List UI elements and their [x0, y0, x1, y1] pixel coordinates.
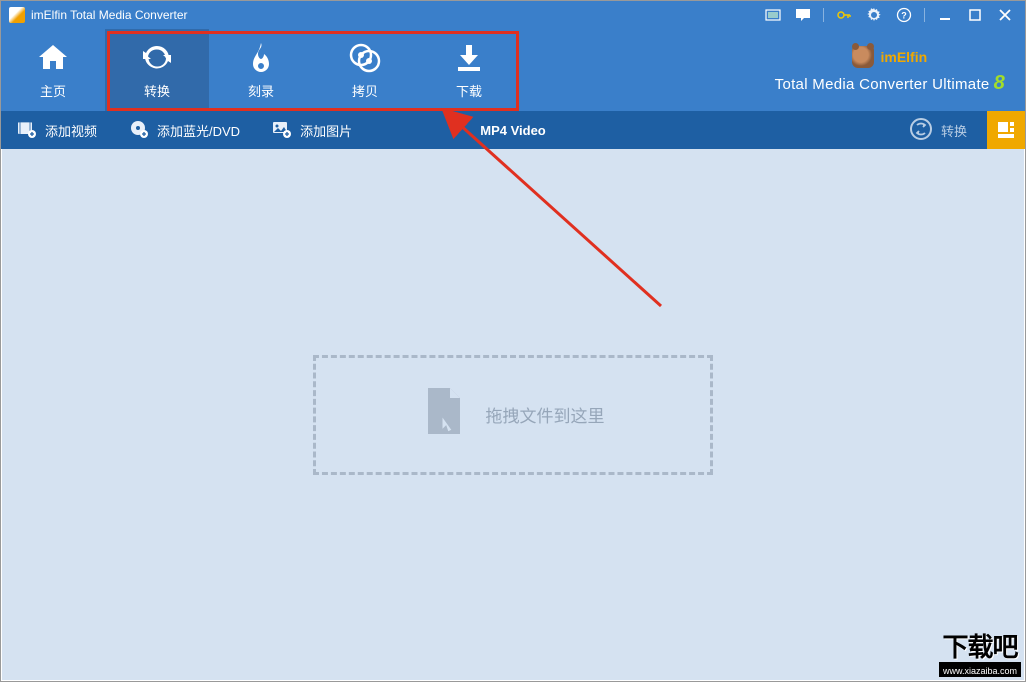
file-cursor-icon — [422, 386, 466, 443]
copy-icon — [348, 41, 382, 75]
key-icon[interactable] — [834, 5, 854, 25]
layout-icon — [997, 121, 1015, 139]
add-image-label: 添加图片 — [300, 121, 352, 140]
app-title: imElfin Total Media Converter — [31, 8, 188, 22]
convert-icon — [140, 41, 174, 75]
watermark-text: 下载吧 — [942, 627, 1017, 664]
brand-logo: imElfin — [852, 46, 927, 68]
watermark-url: www.xiazaiba.com — [939, 665, 1021, 677]
convert-button-label: 转换 — [941, 121, 967, 140]
message-icon[interactable] — [793, 5, 813, 25]
brand-name: imElfin — [880, 49, 927, 65]
window-controls: ? — [763, 5, 1021, 25]
nav-convert[interactable]: 转换 — [105, 29, 209, 111]
burn-icon — [244, 41, 278, 75]
dropzone[interactable]: 拖拽文件到这里 — [313, 355, 713, 475]
content-area: 拖拽文件到这里 — [2, 149, 1024, 680]
add-bluray-button[interactable]: 添加蓝光/DVD — [113, 111, 256, 149]
nav-download-label: 下载 — [456, 81, 482, 100]
mascot-icon — [852, 46, 874, 68]
nav-copy[interactable]: 拷贝 — [313, 29, 417, 111]
titlebar: imElfin Total Media Converter ? — [1, 1, 1025, 29]
brand-area: imElfin Total Media Converter Ultimate 8 — [775, 29, 1005, 111]
home-icon — [36, 41, 70, 75]
main-nav: 主页 转换 刻录 拷贝 下载 imElfin Total Media Conve… — [1, 29, 1025, 111]
dropzone-text: 拖拽文件到这里 — [486, 402, 605, 427]
app-icon — [9, 7, 25, 23]
output-format-selector[interactable]: MP4 Video — [480, 123, 546, 138]
screenshot-icon[interactable] — [763, 5, 783, 25]
help-icon[interactable]: ? — [894, 5, 914, 25]
add-bluray-label: 添加蓝光/DVD — [157, 121, 240, 140]
gear-icon[interactable] — [864, 5, 884, 25]
svg-text:?: ? — [901, 11, 907, 21]
layout-toggle-button[interactable] — [987, 111, 1025, 149]
video-add-icon — [17, 119, 37, 142]
toolbar: 添加视频 添加蓝光/DVD 添加图片 MP4 Video 转换 — [1, 111, 1025, 149]
image-add-icon — [272, 119, 292, 142]
convert-action-icon — [909, 117, 933, 144]
output-format-label: MP4 Video — [480, 123, 546, 138]
nav-burn-label: 刻录 — [248, 81, 274, 100]
brand-version: 8 — [994, 72, 1005, 95]
add-video-label: 添加视频 — [45, 121, 97, 140]
nav-convert-label: 转换 — [144, 81, 170, 100]
minimize-button[interactable] — [935, 5, 955, 25]
nav-burn[interactable]: 刻录 — [209, 29, 313, 111]
maximize-button[interactable] — [965, 5, 985, 25]
nav-copy-label: 拷贝 — [352, 81, 378, 100]
nav-download[interactable]: 下载 — [417, 29, 521, 111]
close-button[interactable] — [995, 5, 1015, 25]
nav-home-label: 主页 — [40, 81, 66, 100]
brand-product: Total Media Converter Ultimate 8 — [775, 72, 1005, 95]
download-icon — [452, 41, 486, 75]
add-image-button[interactable]: 添加图片 — [256, 111, 368, 149]
disc-add-icon — [129, 119, 149, 142]
watermark: 下载吧 www.xiazaiba.com — [939, 627, 1021, 677]
convert-button[interactable]: 转换 — [889, 111, 987, 149]
nav-home[interactable]: 主页 — [1, 29, 105, 111]
add-video-button[interactable]: 添加视频 — [1, 111, 113, 149]
